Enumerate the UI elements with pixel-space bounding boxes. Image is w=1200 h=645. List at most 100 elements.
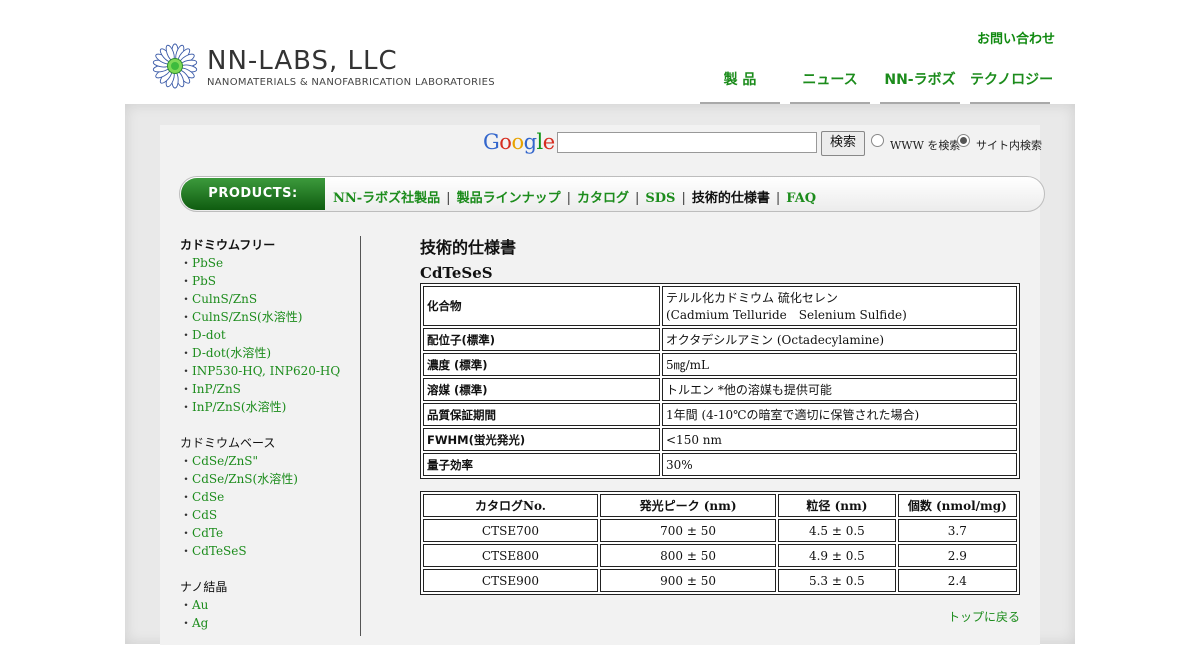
- sidebar-item-label[interactable]: CdSe/ZnS(水溶性): [192, 472, 298, 486]
- spec-row: 溶媒 (標準) トルエン *他の溶媒も提供可能: [423, 378, 1017, 401]
- sidebar-item[interactable]: ・CdSe/ZnS": [180, 452, 358, 470]
- sidebar-item[interactable]: ・Au: [180, 596, 358, 614]
- sidebar-bullet: ・: [180, 292, 193, 306]
- nav-nn-labs[interactable]: NN-ラボズ: [880, 62, 960, 106]
- catalog-cell: 2.9: [897, 544, 1017, 567]
- subnav-faq[interactable]: FAQ: [786, 191, 816, 206]
- sidebar: カドミウムフリー ・PbSe ・PbS ・CulnS/ZnS ・CulnS/ZnS(水溶…: [180, 236, 358, 632]
- sidebar-item-label[interactable]: Au: [192, 598, 208, 612]
- sidebar-divider: [360, 236, 361, 636]
- spec-table: 化合物 テルル化カドミウム 硫化セレン (Cadmium Telluride Sel…: [420, 283, 1020, 479]
- sidebar-bullet: ・: [180, 526, 193, 540]
- sidebar-item-label[interactable]: D-dot(水溶性): [192, 346, 271, 360]
- sidebar-bullet: ・: [180, 490, 193, 504]
- catalog-cell: 2.4: [897, 569, 1017, 592]
- sidebar-item-label[interactable]: Ag: [192, 616, 208, 630]
- spec-row: 化合物 テルル化カドミウム 硫化セレン (Cadmium Telluride Sel…: [423, 286, 1017, 326]
- sidebar-item-label[interactable]: InP/ZnS(水溶性): [192, 400, 286, 414]
- sidebar-item-label[interactable]: CdSe: [192, 490, 224, 504]
- catalog-cell: 5.3 ± 0.5: [778, 569, 896, 592]
- sidebar-item-label[interactable]: D-dot: [192, 328, 226, 342]
- sidebar-item[interactable]: ・CdTeSeS: [180, 542, 358, 560]
- subnav-tech-spec[interactable]: 技術的仕様書: [692, 191, 770, 206]
- radio-search-site[interactable]: [957, 134, 970, 147]
- sidebar-group-title: カドミウムフリー: [180, 238, 276, 252]
- catalog-row: CTSE900 900 ± 50 5.3 ± 0.5 2.4: [423, 569, 1017, 592]
- sidebar-item-label[interactable]: INP530-HQ, INP620-HQ: [192, 364, 340, 378]
- sidebar-item[interactable]: ・PbS: [180, 272, 358, 290]
- sidebar-bullet: ・: [180, 598, 193, 612]
- nav-products[interactable]: 製 品: [700, 62, 780, 106]
- spec-value: 30%: [662, 453, 1017, 476]
- catalog-cell: 900 ± 50: [599, 569, 777, 592]
- sidebar-item-label[interactable]: PbSe: [192, 256, 223, 270]
- sidebar-item[interactable]: ・CulnS/ZnS(水溶性): [180, 308, 358, 326]
- sidebar-item[interactable]: ・CdTe: [180, 524, 358, 542]
- sidebar-group-title: カドミウムベース: [180, 436, 276, 450]
- sidebar-item-label[interactable]: CdSe/ZnS": [192, 454, 258, 468]
- products-subnav: NN-ラボズ社製品 | 製品ラインナップ | カタログ | SDS | 技術的仕様書 | FAQ: [333, 187, 816, 206]
- sidebar-item[interactable]: ・D-dot: [180, 326, 358, 344]
- sidebar-bullet: ・: [180, 616, 193, 630]
- sidebar-item-label[interactable]: PbS: [192, 274, 216, 288]
- search-button[interactable]: 検索: [821, 131, 865, 156]
- sidebar-item[interactable]: ・CdS: [180, 506, 358, 524]
- daisy-logo-icon[interactable]: [152, 43, 198, 89]
- sidebar-item-label[interactable]: CdTe: [192, 526, 223, 540]
- catalog-header-row: カタログNo. 発光ピーク (nm) 粒径 (nm) 個数 (nmol/mg): [423, 494, 1017, 517]
- catalog-cell: 3.7: [897, 519, 1017, 542]
- sidebar-item[interactable]: ・PbSe: [180, 254, 358, 272]
- catalog-cell: 800 ± 50: [599, 544, 777, 567]
- sidebar-item-label[interactable]: CulnS/ZnS: [192, 292, 257, 306]
- sidebar-bullet: ・: [180, 400, 193, 414]
- sidebar-item-label[interactable]: CdS: [192, 508, 217, 522]
- sidebar-item[interactable]: ・CdSe/ZnS(水溶性): [180, 470, 358, 488]
- sidebar-item[interactable]: ・CdSe: [180, 488, 358, 506]
- search-input[interactable]: [557, 132, 817, 153]
- subnav-lineup[interactable]: 製品ラインナップ: [457, 191, 561, 206]
- google-logo-letter: g: [523, 130, 537, 154]
- product-name: CdTeSeS: [420, 264, 493, 282]
- subnav-separator: |: [681, 191, 686, 206]
- logo-title[interactable]: NN-LABS, LLC: [207, 44, 398, 78]
- subnav-nn-labs-products[interactable]: NN-ラボズ社製品: [333, 191, 440, 206]
- nav-technology[interactable]: テクノロジー: [970, 62, 1053, 106]
- sidebar-item[interactable]: ・INP530-HQ, INP620-HQ: [180, 362, 358, 380]
- logo-subtitle: NANOMATERIALS & NANOFABRICATION LABORATO…: [207, 77, 495, 88]
- catalog-cell: 700 ± 50: [599, 519, 777, 542]
- sidebar-item-label[interactable]: InP/ZnS: [192, 382, 241, 396]
- sidebar-bullet: ・: [180, 382, 193, 396]
- spec-value: 5㎎/mL: [662, 353, 1017, 376]
- subnav-catalog[interactable]: カタログ: [577, 191, 629, 206]
- sidebar-bullet: ・: [180, 274, 193, 288]
- spec-value-line: (Cadmium Telluride Selenium Sulfide): [666, 308, 907, 322]
- sidebar-item-label[interactable]: CulnS/ZnS(水溶性): [192, 310, 302, 324]
- catalog-header-cell: カタログNo.: [423, 494, 598, 517]
- contact-link[interactable]: お問い合わせ: [977, 28, 1055, 47]
- back-to-top-link[interactable]: トップに戻る: [948, 608, 1020, 625]
- spec-value: オクタデシルアミン (Octadecylamine): [662, 328, 1017, 351]
- spec-label: 配位子(標準): [423, 328, 660, 351]
- google-logo-letter: o: [511, 130, 524, 154]
- google-logo-letter: e: [542, 130, 555, 154]
- catalog-row: CTSE800 800 ± 50 4.9 ± 0.5 2.9: [423, 544, 1017, 567]
- sidebar-bullet: ・: [180, 508, 193, 522]
- subnav-separator: |: [446, 191, 451, 206]
- sidebar-item-label[interactable]: CdTeSeS: [192, 544, 247, 558]
- nav-news[interactable]: ニュース: [790, 62, 870, 106]
- subnav-sds[interactable]: SDS: [645, 191, 675, 206]
- radio-search-www[interactable]: [871, 134, 884, 147]
- sidebar-item[interactable]: ・Ag: [180, 614, 358, 632]
- catalog-cell: 4.9 ± 0.5: [778, 544, 896, 567]
- spec-label: FWHM(蛍光発光): [423, 428, 660, 451]
- radio-label-www: WWW を検索: [890, 139, 961, 152]
- sidebar-bullet: ・: [180, 472, 193, 486]
- sidebar-item[interactable]: ・InP/ZnS: [180, 380, 358, 398]
- spec-value-line: テルル化カドミウム 硫化セレン: [666, 291, 838, 305]
- catalog-row: CTSE700 700 ± 50 4.5 ± 0.5 3.7: [423, 519, 1017, 542]
- sidebar-item[interactable]: ・InP/ZnS(水溶性): [180, 398, 358, 416]
- sidebar-item[interactable]: ・CulnS/ZnS: [180, 290, 358, 308]
- spec-value: <150 nm: [662, 428, 1017, 451]
- sidebar-item[interactable]: ・D-dot(水溶性): [180, 344, 358, 362]
